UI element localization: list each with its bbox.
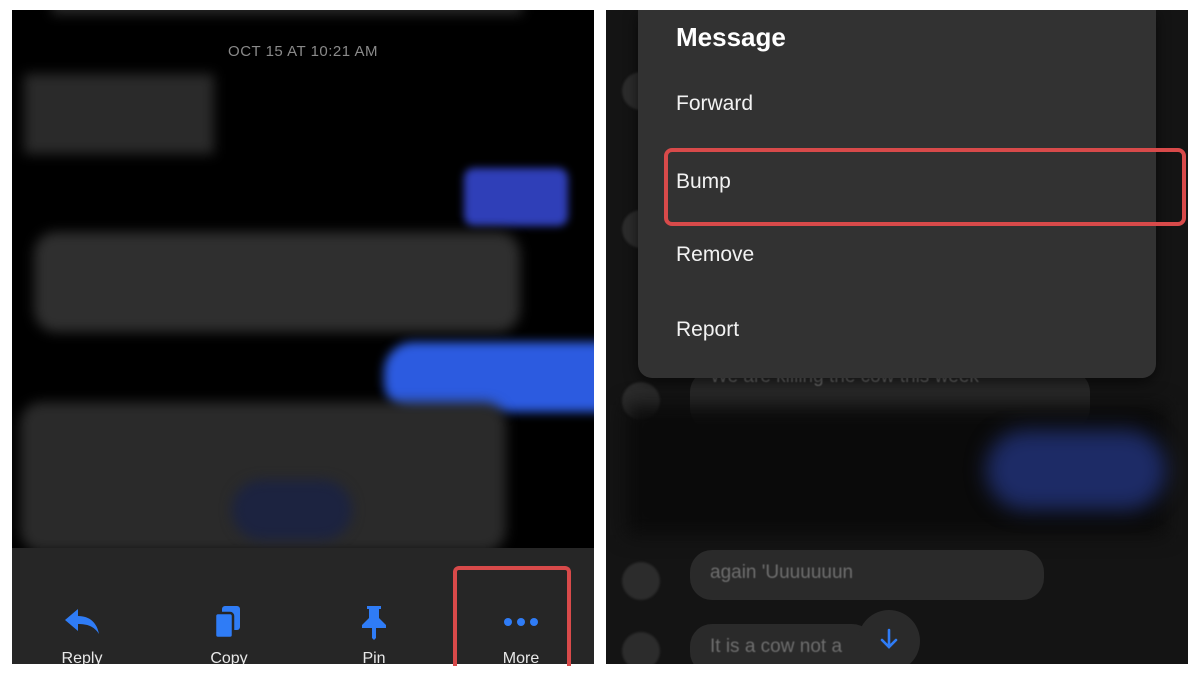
- scroll-down-button[interactable]: [858, 610, 920, 664]
- message-text: again 'Uuuuuuun: [710, 562, 854, 583]
- blurred-message: [34, 232, 520, 332]
- blurred-message: [464, 168, 568, 226]
- blurred-message: [232, 480, 352, 540]
- reply-label: Reply: [61, 650, 103, 664]
- menu-item-report[interactable]: Report: [638, 296, 1156, 364]
- bump-highlight-box: [664, 148, 1186, 226]
- copy-icon: [209, 604, 249, 640]
- message-timestamp: OCT 15 AT 10:21 AM: [228, 43, 378, 60]
- reply-icon: [62, 604, 102, 640]
- menu-item-label: Report: [676, 318, 740, 341]
- pin-icon: [354, 604, 394, 640]
- arrow-down-icon: [880, 628, 898, 655]
- blurred-message: [986, 430, 1166, 510]
- more-highlight-box: [453, 566, 571, 666]
- reply-button[interactable]: Reply: [27, 604, 137, 664]
- menu-item-remove[interactable]: Remove: [638, 221, 1156, 289]
- blurred-message: [52, 10, 522, 14]
- avatar: [622, 562, 660, 600]
- menu-item-label: Forward: [676, 92, 754, 115]
- message-menu-sheet: Message Forward Bump Remove Report: [638, 10, 1186, 378]
- conversation-view-right: We are killing the cow this week again '…: [606, 10, 1188, 664]
- pin-button[interactable]: Pin: [319, 604, 429, 664]
- copy-label: Copy: [210, 650, 248, 664]
- copy-button[interactable]: Copy: [174, 604, 284, 664]
- menu-title: Message: [676, 22, 786, 52]
- blurred-message: [24, 74, 214, 154]
- message-text: It is a cow not a: [710, 636, 843, 657]
- pin-label: Pin: [362, 650, 386, 664]
- avatar: [622, 632, 660, 664]
- menu-item-forward[interactable]: Forward: [638, 70, 1156, 138]
- menu-item-label: Remove: [676, 243, 755, 266]
